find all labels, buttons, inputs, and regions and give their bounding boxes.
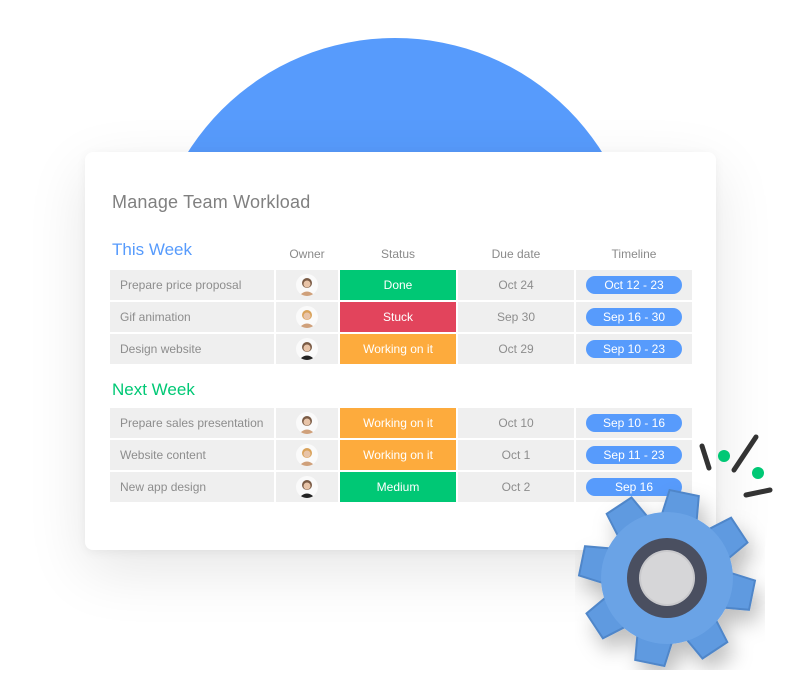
avatar[interactable] — [296, 476, 318, 498]
person-avatar-icon — [299, 480, 315, 498]
timeline-pill[interactable]: Sep 10 - 16 — [586, 414, 682, 432]
timeline-cell[interactable]: Sep 11 - 23 — [576, 440, 692, 470]
status-cell[interactable]: Working on it — [340, 334, 456, 364]
person-avatar-icon — [299, 310, 315, 328]
timeline-cell[interactable]: Sep 10 - 16 — [576, 408, 692, 438]
item-name-cell[interactable]: New app design — [110, 472, 274, 502]
person-avatar-icon — [299, 416, 315, 434]
due-date-cell[interactable]: Oct 2 — [458, 472, 574, 502]
due-date-cell[interactable]: Sep 30 — [458, 302, 574, 332]
due-date-cell[interactable]: Oct 29 — [458, 334, 574, 364]
timeline-pill[interactable]: Sep 11 - 23 — [586, 446, 682, 464]
gear-icon — [577, 488, 757, 668]
person-avatar-icon — [299, 278, 315, 296]
owner-cell[interactable] — [276, 408, 338, 438]
board-title: Manage Team Workload — [112, 192, 311, 212]
avatar[interactable] — [296, 274, 318, 296]
person-avatar-icon — [299, 448, 315, 466]
table-row[interactable]: Gif animation Stuck Sep 30 Sep 16 - 30 — [110, 302, 692, 332]
timeline-pill[interactable]: Sep 10 - 23 — [586, 340, 682, 358]
status-cell[interactable]: Done — [340, 270, 456, 300]
item-name-cell[interactable]: Prepare price proposal — [110, 270, 274, 300]
due-date-cell[interactable]: Oct 24 — [458, 270, 574, 300]
item-name-cell[interactable]: Prepare sales presentation — [110, 408, 274, 438]
status-cell[interactable]: Medium — [340, 472, 456, 502]
due-date-cell[interactable]: Oct 1 — [458, 440, 574, 470]
timeline-pill[interactable]: Sep 16 - 30 — [586, 308, 682, 326]
item-name-cell[interactable]: Design website — [110, 334, 274, 364]
status-cell[interactable]: Stuck — [340, 302, 456, 332]
owner-cell[interactable] — [276, 334, 338, 364]
avatar[interactable] — [296, 412, 318, 434]
timeline-cell[interactable]: Sep 16 - 30 — [576, 302, 692, 332]
column-header-timeline: Timeline — [611, 247, 657, 261]
column-header-due-date: Due date — [491, 247, 541, 261]
person-avatar-icon — [299, 342, 315, 360]
table-row[interactable]: Website content Working on it Oct 1 Sep … — [110, 440, 692, 470]
timeline-pill[interactable]: Oct 12 - 23 — [586, 276, 682, 294]
status-cell[interactable]: Working on it — [340, 440, 456, 470]
column-header-owner: Owner — [289, 247, 325, 261]
item-name-cell[interactable]: Website content — [110, 440, 274, 470]
owner-cell[interactable] — [276, 270, 338, 300]
timeline-cell[interactable]: Sep 10 - 23 — [576, 334, 692, 364]
table-row[interactable]: Design website Working on it Oct 29 Sep … — [110, 334, 692, 364]
owner-cell[interactable] — [276, 472, 338, 502]
avatar[interactable] — [296, 338, 318, 360]
table-row[interactable]: Prepare price proposal Done Oct 24 Oct 1… — [110, 270, 692, 300]
owner-cell[interactable] — [276, 440, 338, 470]
avatar[interactable] — [296, 444, 318, 466]
timeline-cell[interactable]: Oct 12 - 23 — [576, 270, 692, 300]
group-title-this-week[interactable]: This Week — [112, 240, 192, 260]
status-cell[interactable]: Working on it — [340, 408, 456, 438]
column-header-status: Status — [380, 247, 416, 261]
due-date-cell[interactable]: Oct 10 — [458, 408, 574, 438]
table-row[interactable]: Prepare sales presentation Working on it… — [110, 408, 692, 438]
item-name-cell[interactable]: Gif animation — [110, 302, 274, 332]
group-title-next-week[interactable]: Next Week — [112, 380, 195, 400]
avatar[interactable] — [296, 306, 318, 328]
owner-cell[interactable] — [276, 302, 338, 332]
